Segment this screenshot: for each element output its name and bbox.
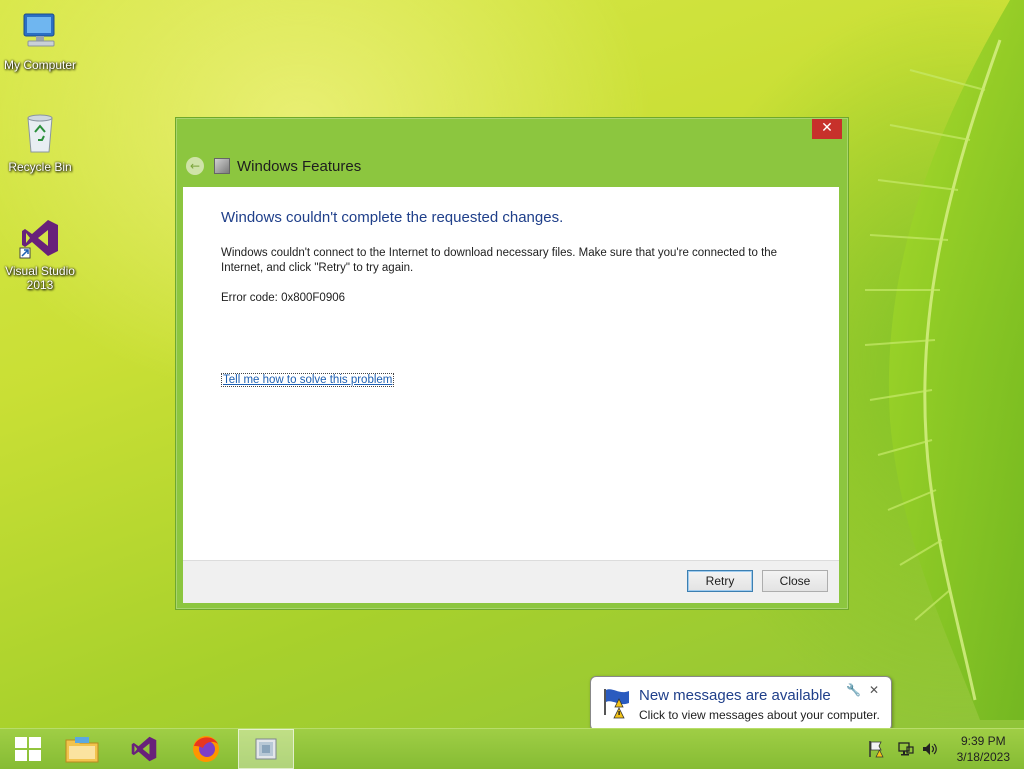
visual-studio-icon bbox=[18, 216, 62, 260]
taskbar-windows-features[interactable] bbox=[238, 729, 294, 769]
clock-date: 3/18/2023 bbox=[956, 750, 1010, 764]
clock-time: 9:39 PM bbox=[960, 734, 1006, 748]
notification-balloon[interactable]: New messages are available Click to view… bbox=[590, 676, 892, 731]
title-bar: ← Windows Features bbox=[186, 156, 361, 176]
desktop-icon-visual-studio[interactable]: Visual Studio 2013 bbox=[0, 216, 80, 292]
back-arrow-icon[interactable]: ← bbox=[186, 157, 204, 175]
start-icon bbox=[15, 737, 41, 761]
action-center-flag-icon bbox=[869, 741, 884, 758]
network-icon bbox=[898, 742, 914, 756]
action-center-flag-icon bbox=[601, 685, 635, 719]
notification-title: New messages are available bbox=[639, 687, 831, 704]
notification-text: Click to view messages about your comput… bbox=[639, 708, 880, 722]
visual-studio-icon bbox=[131, 736, 157, 762]
tray-network[interactable] bbox=[896, 729, 916, 769]
desktop-icon-label: Recycle Bin bbox=[8, 160, 72, 174]
help-link[interactable]: Tell me how to solve this problem bbox=[221, 373, 395, 387]
taskbar-firefox[interactable] bbox=[178, 729, 234, 769]
close-button[interactable]: Close bbox=[762, 570, 828, 592]
taskbar: 9:39 PM 3/18/2023 bbox=[0, 728, 1024, 769]
start-button[interactable] bbox=[0, 729, 56, 769]
desktop-icon-label: My Computer bbox=[3, 58, 77, 72]
wrench-icon[interactable]: 🔧 bbox=[846, 683, 861, 697]
desktop-icon-recycle-bin[interactable]: Recycle Bin bbox=[0, 112, 80, 174]
tray-clock[interactable]: 9:39 PM 3/18/2023 bbox=[957, 733, 1010, 765]
windows-features-icon bbox=[214, 158, 230, 174]
window-title: Windows Features bbox=[237, 157, 362, 175]
dialog-content: Windows couldn't complete the requested … bbox=[183, 187, 839, 560]
tray-volume[interactable] bbox=[920, 729, 940, 769]
error-message: Windows couldn't connect to the Internet… bbox=[221, 247, 778, 274]
tray-action-center[interactable] bbox=[866, 729, 886, 769]
taskbar-file-explorer[interactable] bbox=[54, 729, 110, 769]
dialog-footer: Retry Close bbox=[183, 560, 839, 603]
close-window-button[interactable]: ✕ bbox=[812, 119, 842, 139]
firefox-icon bbox=[193, 736, 219, 762]
recycle-bin-icon bbox=[18, 112, 62, 156]
file-explorer-icon bbox=[65, 737, 99, 763]
taskbar-visual-studio[interactable] bbox=[116, 729, 172, 769]
computer-icon bbox=[18, 10, 62, 54]
desktop-icon-label: Visual Studio 2013 bbox=[5, 264, 75, 292]
notification-close-button[interactable]: ✕ bbox=[869, 683, 879, 697]
volume-icon bbox=[923, 743, 937, 755]
error-code: Error code: 0x800F0906 bbox=[221, 292, 346, 304]
error-heading: Windows couldn't complete the requested … bbox=[221, 209, 564, 226]
retry-button[interactable]: Retry bbox=[687, 570, 753, 592]
desktop-icon-my-computer[interactable]: My Computer bbox=[0, 10, 80, 72]
windows-features-dialog: ✕ ← Windows Features Windows couldn't co… bbox=[175, 117, 849, 610]
windows-features-icon bbox=[255, 738, 277, 760]
